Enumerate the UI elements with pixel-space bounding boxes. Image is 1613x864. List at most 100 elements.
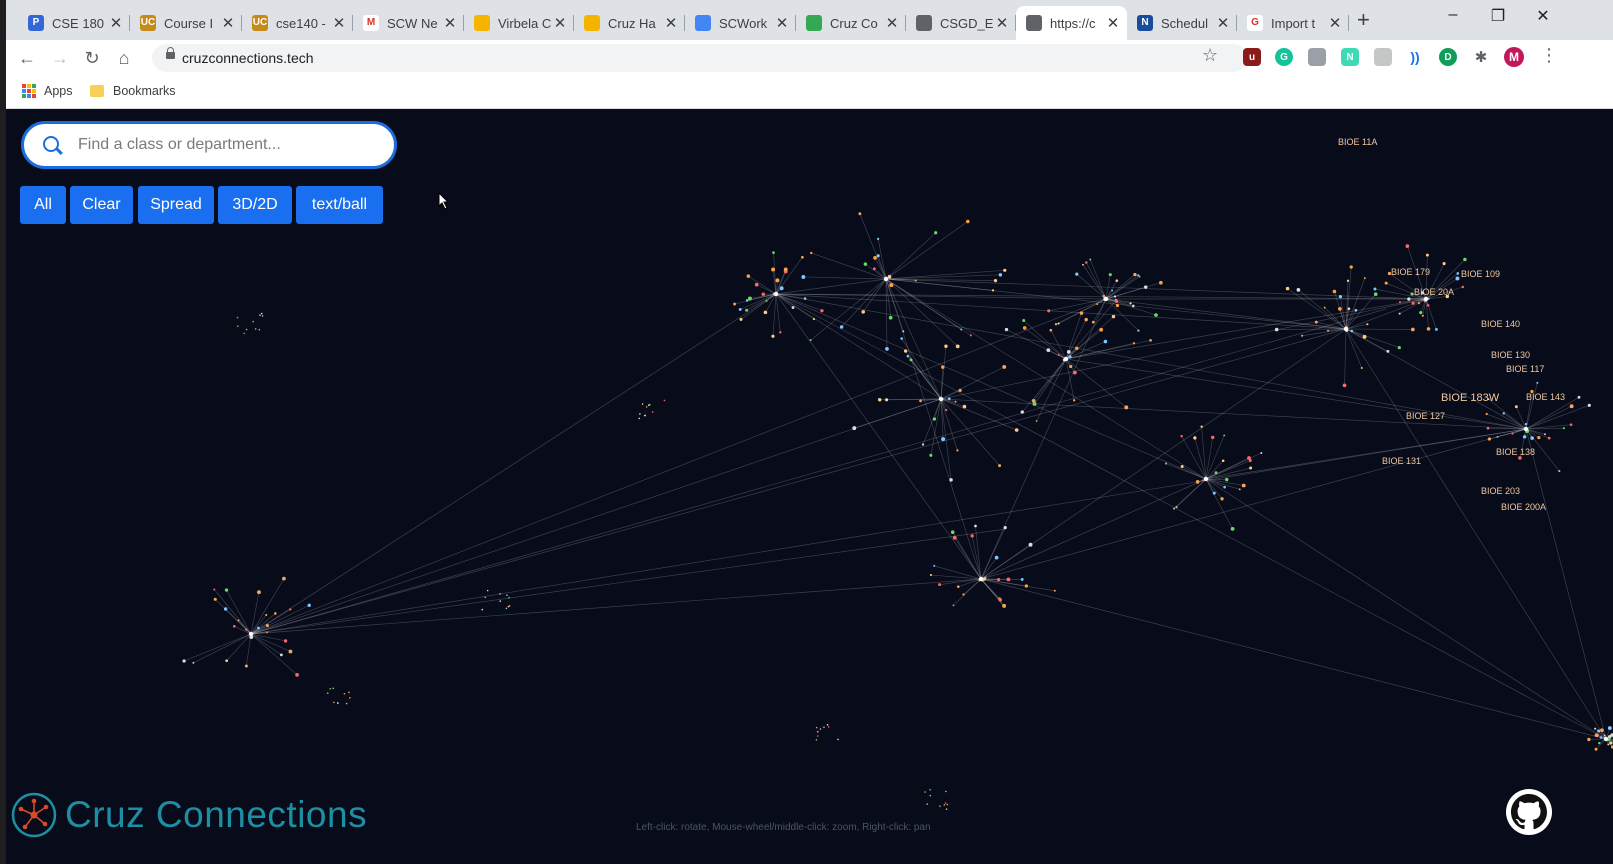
graph-edge bbox=[885, 269, 1005, 280]
graph-node bbox=[1223, 485, 1226, 489]
notion-extension-icon[interactable]: N bbox=[1341, 48, 1359, 66]
document-extension-icon[interactable] bbox=[1374, 48, 1392, 66]
new-tab-button[interactable]: + bbox=[1357, 8, 1370, 32]
graph-node bbox=[1587, 737, 1591, 742]
graph-node bbox=[1419, 311, 1423, 315]
profile-avatar[interactable]: M bbox=[1504, 47, 1524, 67]
all-button[interactable]: All bbox=[20, 186, 66, 224]
graph-node bbox=[1049, 328, 1053, 332]
restore-icon[interactable]: ❐ bbox=[1478, 6, 1518, 26]
app-viewport[interactable]: BIOE 109 BIOE 20A BIOE 140 BIOE 117 BIOE 183… bbox=[6, 109, 1613, 864]
browser-tab[interactable]: https://c ✕ bbox=[1016, 6, 1127, 40]
graph-node bbox=[1350, 329, 1354, 333]
graph-node bbox=[1594, 733, 1598, 737]
browser-tab[interactable]: UC Course I ✕ bbox=[130, 6, 242, 40]
search-input[interactable] bbox=[76, 135, 380, 155]
close-tab-icon[interactable]: ✕ bbox=[552, 14, 568, 32]
tab-title: Schedul bbox=[1161, 15, 1208, 31]
search-box[interactable] bbox=[21, 121, 397, 169]
close-tab-icon[interactable]: ✕ bbox=[108, 14, 124, 32]
browser-toolbar: ← → ↻ ⌂ cruzconnections.tech ☆ u G N )) … bbox=[6, 40, 1613, 76]
text-ball-button[interactable]: text/ball bbox=[296, 186, 383, 224]
spread-button[interactable]: Spread bbox=[138, 186, 214, 224]
close-tab-icon[interactable]: ✕ bbox=[442, 14, 458, 32]
graph-node bbox=[819, 728, 822, 730]
browser-menu-icon[interactable]: ⋮ bbox=[1540, 45, 1558, 66]
graph-node bbox=[1164, 462, 1168, 465]
graph-hub-node bbox=[1103, 296, 1109, 302]
graph-node bbox=[349, 697, 351, 699]
browser-tab[interactable]: Cruz Co ✕ bbox=[796, 6, 906, 40]
graph-node bbox=[1028, 542, 1033, 547]
extension-icon[interactable] bbox=[1308, 48, 1326, 66]
graph-node bbox=[801, 255, 804, 259]
browser-tab[interactable]: CSGD_E ✕ bbox=[906, 6, 1016, 40]
graph-edge bbox=[1033, 358, 1067, 402]
course-label: BIOE 138 bbox=[1496, 447, 1535, 457]
browser-tab[interactable]: UC cse140 - ✕ bbox=[242, 6, 353, 40]
back-icon[interactable]: ← bbox=[16, 47, 38, 69]
home-icon[interactable]: ⌂ bbox=[113, 47, 135, 69]
close-tab-icon[interactable]: ✕ bbox=[884, 14, 900, 32]
audio-extension-icon[interactable]: )) bbox=[1406, 48, 1424, 66]
address-bar[interactable]: cruzconnections.tech bbox=[152, 44, 1248, 72]
graph-edge bbox=[775, 293, 1607, 740]
bookmark-star-icon[interactable]: ☆ bbox=[1202, 45, 1218, 66]
graph-node bbox=[1124, 405, 1129, 410]
close-tab-icon[interactable]: ✕ bbox=[663, 14, 679, 32]
graph-node bbox=[1398, 312, 1401, 315]
puzzle-extensions-icon[interactable]: ✱ bbox=[1472, 48, 1490, 66]
graph-node bbox=[1073, 399, 1076, 402]
graph-node bbox=[1332, 289, 1337, 294]
graph-node bbox=[929, 453, 933, 457]
graph-node bbox=[1085, 261, 1088, 264]
graph-edge bbox=[940, 398, 958, 451]
browser-tab[interactable]: Virbela C ✕ bbox=[464, 6, 574, 40]
apps-shortcut[interactable]: Apps bbox=[22, 84, 73, 98]
close-tab-icon[interactable]: ✕ bbox=[994, 14, 1010, 32]
graph-node bbox=[232, 624, 236, 628]
graph-node bbox=[943, 804, 946, 806]
minimize-icon[interactable]: – bbox=[1433, 6, 1473, 24]
graph-node bbox=[733, 302, 737, 306]
browser-tab[interactable]: M SCW Ne ✕ bbox=[353, 6, 464, 40]
close-tab-icon[interactable]: ✕ bbox=[774, 14, 790, 32]
browser-tab[interactable]: P CSE 180 ✕ bbox=[18, 6, 130, 40]
d-extension-icon[interactable]: D bbox=[1439, 48, 1457, 66]
graph-node bbox=[952, 604, 955, 607]
graph-node bbox=[259, 314, 261, 316]
graph-node bbox=[1054, 323, 1058, 326]
graph-edge bbox=[250, 293, 777, 635]
graph-node bbox=[225, 659, 228, 663]
close-tab-icon[interactable]: ✕ bbox=[1105, 14, 1121, 32]
browser-tab[interactable]: Cruz Ha ✕ bbox=[574, 6, 685, 40]
course-label: BIOE 109 bbox=[1461, 269, 1500, 279]
browser-tab[interactable]: G Import t ✕ bbox=[1237, 6, 1349, 40]
github-icon bbox=[1511, 794, 1547, 830]
course-label: BIOE 179 bbox=[1391, 267, 1430, 277]
graph-node bbox=[508, 605, 511, 607]
browser-tab[interactable]: N Schedul ✕ bbox=[1127, 6, 1237, 40]
graph-edge bbox=[841, 278, 887, 328]
close-tab-icon[interactable]: ✕ bbox=[220, 14, 236, 32]
browser-tab[interactable]: SCWork ✕ bbox=[685, 6, 796, 40]
close-tab-icon[interactable]: ✕ bbox=[1215, 14, 1231, 32]
ublock-icon[interactable]: u bbox=[1243, 48, 1261, 66]
grammarly-icon[interactable]: G bbox=[1275, 48, 1293, 66]
close-tab-icon[interactable]: ✕ bbox=[1327, 14, 1343, 32]
graph-node bbox=[1020, 410, 1024, 414]
close-window-icon[interactable]: ✕ bbox=[1523, 6, 1563, 26]
clear-button[interactable]: Clear bbox=[70, 186, 133, 224]
github-link[interactable] bbox=[1506, 789, 1552, 835]
close-tab-icon[interactable]: ✕ bbox=[331, 14, 347, 32]
graph-node bbox=[279, 653, 283, 657]
toggle-3d-2d-button[interactable]: 3D/2D bbox=[218, 186, 292, 224]
bookmarks-folder[interactable]: Bookmarks bbox=[90, 84, 176, 98]
graph-node bbox=[949, 478, 953, 482]
forward-icon[interactable]: → bbox=[49, 47, 71, 69]
graph-node bbox=[213, 597, 217, 601]
graph-node bbox=[1091, 320, 1095, 324]
tab-title: SCWork bbox=[719, 15, 768, 31]
reload-icon[interactable]: ↻ bbox=[81, 47, 103, 69]
graph-node bbox=[1600, 728, 1604, 733]
